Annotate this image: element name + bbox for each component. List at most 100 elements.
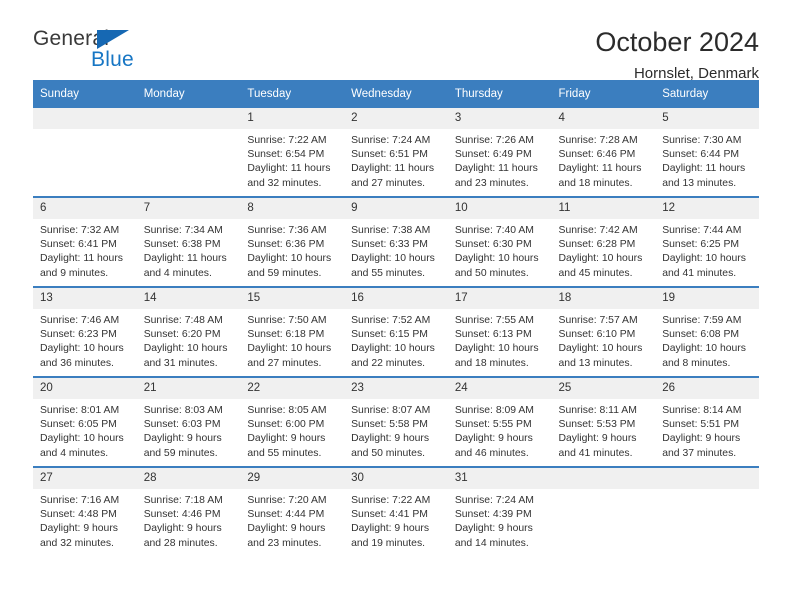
page-header: General Blue October 2024 Hornslet, Denm… (33, 0, 759, 83)
sunset-text: Sunset: 6:49 PM (454, 149, 532, 161)
sunrise-text: Sunrise: 7:55 AM (454, 315, 534, 326)
sunset-text: Sunset: 6:46 PM (558, 149, 636, 161)
daylight-text-line2: and 4 minutes. (143, 267, 212, 279)
day-cell[interactable]: 22 Sunrise: 8:05 AM Sunset: 6:00 PM Dayl… (240, 376, 345, 467)
day-cell[interactable]: 11 Sunrise: 7:42 AM Sunset: 6:28 PM Dayl… (551, 196, 656, 287)
day-cell (655, 466, 759, 556)
daylight-text-line1: Daylight: 10 hours (143, 343, 228, 355)
day-number (33, 108, 137, 129)
daylight-text-line1: Daylight: 10 hours (351, 253, 435, 265)
sunrise-text: Sunrise: 7:32 AM (40, 225, 120, 236)
daylight-text-line2: and 18 minutes. (558, 177, 633, 189)
day-number: 30 (344, 468, 448, 489)
day-cell[interactable]: 25 Sunrise: 8:11 AM Sunset: 5:53 PM Dayl… (551, 376, 656, 467)
day-cell[interactable]: 14 Sunrise: 7:48 AM Sunset: 6:20 PM Dayl… (136, 286, 241, 377)
daylight-text-line2: and 59 minutes. (247, 267, 322, 279)
sunset-text: Sunset: 6:44 PM (662, 149, 740, 161)
daylight-text-line1: Daylight: 10 hours (351, 343, 435, 355)
daylight-text-line2: and 50 minutes. (454, 267, 529, 279)
sunset-text: Sunset: 6:03 PM (143, 419, 221, 431)
logo-triangle-icon (97, 30, 129, 49)
day-details: Sunrise: 8:07 AM Sunset: 5:58 PM Dayligh… (344, 399, 448, 461)
day-number (655, 468, 759, 489)
daylight-text-line2: and 36 minutes. (40, 357, 114, 369)
day-cell[interactable]: 18 Sunrise: 7:57 AM Sunset: 6:10 PM Dayl… (551, 286, 656, 377)
daylight-text-line1: Daylight: 10 hours (40, 343, 124, 355)
day-cell[interactable]: 17 Sunrise: 7:55 AM Sunset: 6:13 PM Dayl… (447, 286, 552, 377)
calendar-week-row: 1 Sunrise: 7:22 AM Sunset: 6:54 PM Dayli… (33, 108, 759, 197)
sunrise-text: Sunrise: 7:20 AM (247, 495, 327, 506)
day-cell[interactable]: 6 Sunrise: 7:32 AM Sunset: 6:41 PM Dayli… (33, 196, 137, 287)
day-cell[interactable]: 3 Sunrise: 7:26 AM Sunset: 6:49 PM Dayli… (447, 108, 552, 197)
day-number: 18 (551, 288, 656, 309)
day-cell[interactable]: 30 Sunrise: 7:22 AM Sunset: 4:41 PM Dayl… (344, 466, 448, 556)
day-cell (136, 108, 241, 197)
day-cell[interactable]: 2 Sunrise: 7:24 AM Sunset: 6:51 PM Dayli… (344, 108, 448, 197)
daylight-text-line2: and 22 minutes. (351, 357, 426, 369)
day-cell[interactable]: 24 Sunrise: 8:09 AM Sunset: 5:55 PM Dayl… (447, 376, 552, 467)
sunrise-text: Sunrise: 7:24 AM (351, 135, 431, 146)
day-cell[interactable]: 1 Sunrise: 7:22 AM Sunset: 6:54 PM Dayli… (240, 108, 345, 197)
day-cell[interactable]: 26 Sunrise: 8:14 AM Sunset: 5:51 PM Dayl… (655, 376, 759, 467)
day-details: Sunrise: 7:48 AM Sunset: 6:20 PM Dayligh… (137, 309, 241, 371)
day-cell[interactable]: 23 Sunrise: 8:07 AM Sunset: 5:58 PM Dayl… (344, 376, 448, 467)
day-details: Sunrise: 7:24 AM Sunset: 4:39 PM Dayligh… (448, 489, 552, 551)
general-blue-logo: General Blue (33, 28, 213, 76)
day-cell[interactable]: 7 Sunrise: 7:34 AM Sunset: 6:38 PM Dayli… (136, 196, 241, 287)
sunset-text: Sunset: 6:15 PM (351, 329, 428, 341)
calendar-week-row: 13 Sunrise: 7:46 AM Sunset: 6:23 PM Dayl… (33, 286, 759, 377)
day-number: 8 (240, 198, 345, 219)
day-cell[interactable]: 15 Sunrise: 7:50 AM Sunset: 6:18 PM Dayl… (240, 286, 345, 377)
sunset-text: Sunset: 6:38 PM (143, 239, 221, 251)
weekday-header-saturday: Saturday (655, 80, 759, 108)
daylight-text-line1: Daylight: 9 hours (662, 433, 741, 445)
day-cell[interactable]: 5 Sunrise: 7:30 AM Sunset: 6:44 PM Dayli… (655, 108, 759, 197)
day-number (136, 108, 241, 129)
day-cell[interactable]: 27 Sunrise: 7:16 AM Sunset: 4:48 PM Dayl… (33, 466, 137, 556)
weekday-header-friday: Friday (551, 80, 656, 108)
daylight-text-line1: Daylight: 9 hours (351, 433, 430, 445)
day-cell[interactable]: 10 Sunrise: 7:40 AM Sunset: 6:30 PM Dayl… (447, 196, 552, 287)
sunset-text: Sunset: 6:54 PM (247, 149, 325, 161)
daylight-text-line2: and 19 minutes. (351, 537, 426, 549)
day-cell[interactable]: 13 Sunrise: 7:46 AM Sunset: 6:23 PM Dayl… (33, 286, 137, 377)
day-cell[interactable]: 28 Sunrise: 7:18 AM Sunset: 4:46 PM Dayl… (136, 466, 241, 556)
day-cell[interactable]: 19 Sunrise: 7:59 AM Sunset: 6:08 PM Dayl… (655, 286, 759, 377)
day-cell[interactable]: 20 Sunrise: 8:01 AM Sunset: 6:05 PM Dayl… (33, 376, 137, 467)
day-number: 29 (240, 468, 345, 489)
sunrise-text: Sunrise: 7:36 AM (247, 225, 327, 236)
day-cell[interactable]: 31 Sunrise: 7:24 AM Sunset: 4:39 PM Dayl… (447, 466, 552, 556)
daylight-text-line1: Daylight: 11 hours (454, 163, 538, 175)
day-details: Sunrise: 7:22 AM Sunset: 6:54 PM Dayligh… (240, 129, 344, 191)
daylight-text-line2: and 9 minutes. (40, 267, 109, 279)
day-cell[interactable]: 21 Sunrise: 8:03 AM Sunset: 6:03 PM Dayl… (136, 376, 241, 467)
day-number: 17 (447, 288, 552, 309)
calendar-week-row: 6 Sunrise: 7:32 AM Sunset: 6:41 PM Dayli… (33, 196, 759, 287)
daylight-text-line2: and 23 minutes. (454, 177, 529, 189)
daylight-text-line2: and 55 minutes. (247, 447, 322, 459)
sunrise-text: Sunrise: 7:22 AM (247, 135, 327, 146)
day-number: 19 (655, 288, 759, 309)
day-cell[interactable]: 9 Sunrise: 7:38 AM Sunset: 6:33 PM Dayli… (344, 196, 448, 287)
sunset-text: Sunset: 6:28 PM (558, 239, 636, 251)
day-cell[interactable]: 12 Sunrise: 7:44 AM Sunset: 6:25 PM Dayl… (655, 196, 759, 287)
sunset-text: Sunset: 5:51 PM (662, 419, 740, 431)
daylight-text-line2: and 27 minutes. (351, 177, 426, 189)
day-cell[interactable]: 4 Sunrise: 7:28 AM Sunset: 6:46 PM Dayli… (551, 108, 656, 197)
daylight-text-line1: Daylight: 10 hours (558, 253, 643, 265)
day-number: 2 (344, 108, 448, 129)
calendar-body: 1 Sunrise: 7:22 AM Sunset: 6:54 PM Dayli… (33, 108, 759, 556)
day-cell[interactable]: 16 Sunrise: 7:52 AM Sunset: 6:15 PM Dayl… (344, 286, 448, 377)
day-number: 13 (33, 288, 137, 309)
day-number: 24 (447, 378, 552, 399)
day-details: Sunrise: 7:34 AM Sunset: 6:38 PM Dayligh… (137, 219, 241, 281)
sunrise-text: Sunrise: 8:14 AM (662, 405, 742, 416)
day-details: Sunrise: 7:42 AM Sunset: 6:28 PM Dayligh… (552, 219, 656, 281)
day-cell[interactable]: 29 Sunrise: 7:20 AM Sunset: 4:44 PM Dayl… (240, 466, 345, 556)
day-number: 15 (240, 288, 345, 309)
day-number: 9 (344, 198, 448, 219)
day-cell[interactable]: 8 Sunrise: 7:36 AM Sunset: 6:36 PM Dayli… (240, 196, 345, 287)
sunrise-text: Sunrise: 7:44 AM (662, 225, 742, 236)
daylight-text-line1: Daylight: 10 hours (454, 253, 539, 265)
daylight-text-line1: Daylight: 10 hours (454, 343, 539, 355)
